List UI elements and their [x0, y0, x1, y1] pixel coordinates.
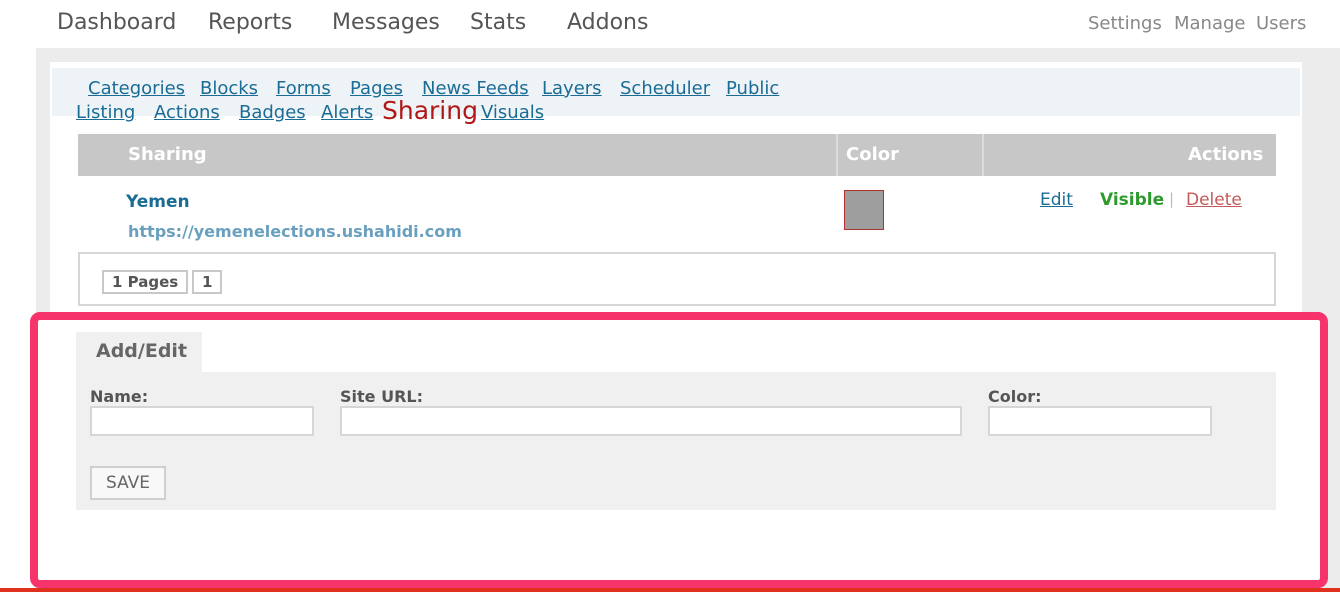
nav-stats[interactable]: Stats	[470, 10, 526, 35]
subnav-visuals[interactable]: Visuals	[481, 102, 544, 123]
subnav-alerts[interactable]: Alerts	[321, 102, 373, 123]
color-label: Color:	[988, 387, 1042, 406]
site-url-label: Site URL:	[340, 387, 423, 406]
nav-users[interactable]: Users	[1256, 13, 1306, 34]
nav-manage[interactable]: Manage	[1174, 13, 1246, 34]
nav-addons[interactable]: Addons	[567, 10, 648, 35]
subnav-badges[interactable]: Badges	[239, 102, 306, 123]
sharing-url: https://yemenelections.ushahidi.com	[128, 222, 462, 241]
tab-add-edit-label: Add/Edit	[96, 340, 188, 362]
subnav-actions[interactable]: Actions	[154, 102, 220, 123]
nav-messages[interactable]: Messages	[332, 10, 440, 35]
action-separator: |	[1169, 190, 1175, 208]
col-divider	[982, 134, 984, 176]
add-edit-form	[76, 372, 1276, 510]
nav-dashboard[interactable]: Dashboard	[57, 10, 176, 35]
bottom-accent-line	[0, 588, 1340, 592]
sharing-name: Yemen	[126, 192, 190, 212]
pagination: 1 Pages 1	[78, 252, 1276, 306]
col-header-sharing: Sharing	[128, 144, 207, 165]
col-divider	[836, 134, 838, 176]
settings-subnav: Categories Blocks Forms Pages News Feeds…	[52, 68, 1300, 125]
page-1-button[interactable]: 1	[192, 270, 223, 294]
subnav-public-listing-line1[interactable]: Public	[726, 78, 779, 99]
col-header-color: Color	[846, 144, 899, 165]
color-input[interactable]	[988, 406, 1212, 436]
pages-count: 1 Pages	[102, 270, 189, 294]
save-button[interactable]: SAVE	[90, 466, 166, 500]
color-swatch	[844, 190, 884, 230]
subnav-layers[interactable]: Layers	[542, 78, 602, 99]
visible-toggle[interactable]: Visible	[1100, 190, 1164, 210]
subnav-forms[interactable]: Forms	[276, 78, 331, 99]
subnav-blocks[interactable]: Blocks	[200, 78, 258, 99]
subnav-scheduler[interactable]: Scheduler	[620, 78, 710, 99]
table-header: Sharing Color Actions	[78, 134, 1276, 176]
tab-add-edit[interactable]: Add/Edit	[76, 332, 202, 372]
nav-settings[interactable]: Settings	[1088, 13, 1162, 34]
subnav-categories[interactable]: Categories	[88, 78, 185, 99]
name-label: Name:	[90, 387, 149, 406]
top-navigation: Dashboard Reports Messages Stats Addons …	[0, 0, 1340, 48]
name-input[interactable]	[90, 406, 314, 436]
delete-link[interactable]: Delete	[1186, 190, 1242, 210]
edit-link[interactable]: Edit	[1040, 190, 1073, 210]
nav-reports[interactable]: Reports	[208, 10, 292, 35]
col-header-actions: Actions	[1188, 144, 1264, 165]
subnav-public-listing-line2[interactable]: Listing	[76, 102, 135, 123]
site-url-input[interactable]	[340, 406, 962, 436]
subnav-sharing-active: Sharing	[382, 96, 478, 125]
